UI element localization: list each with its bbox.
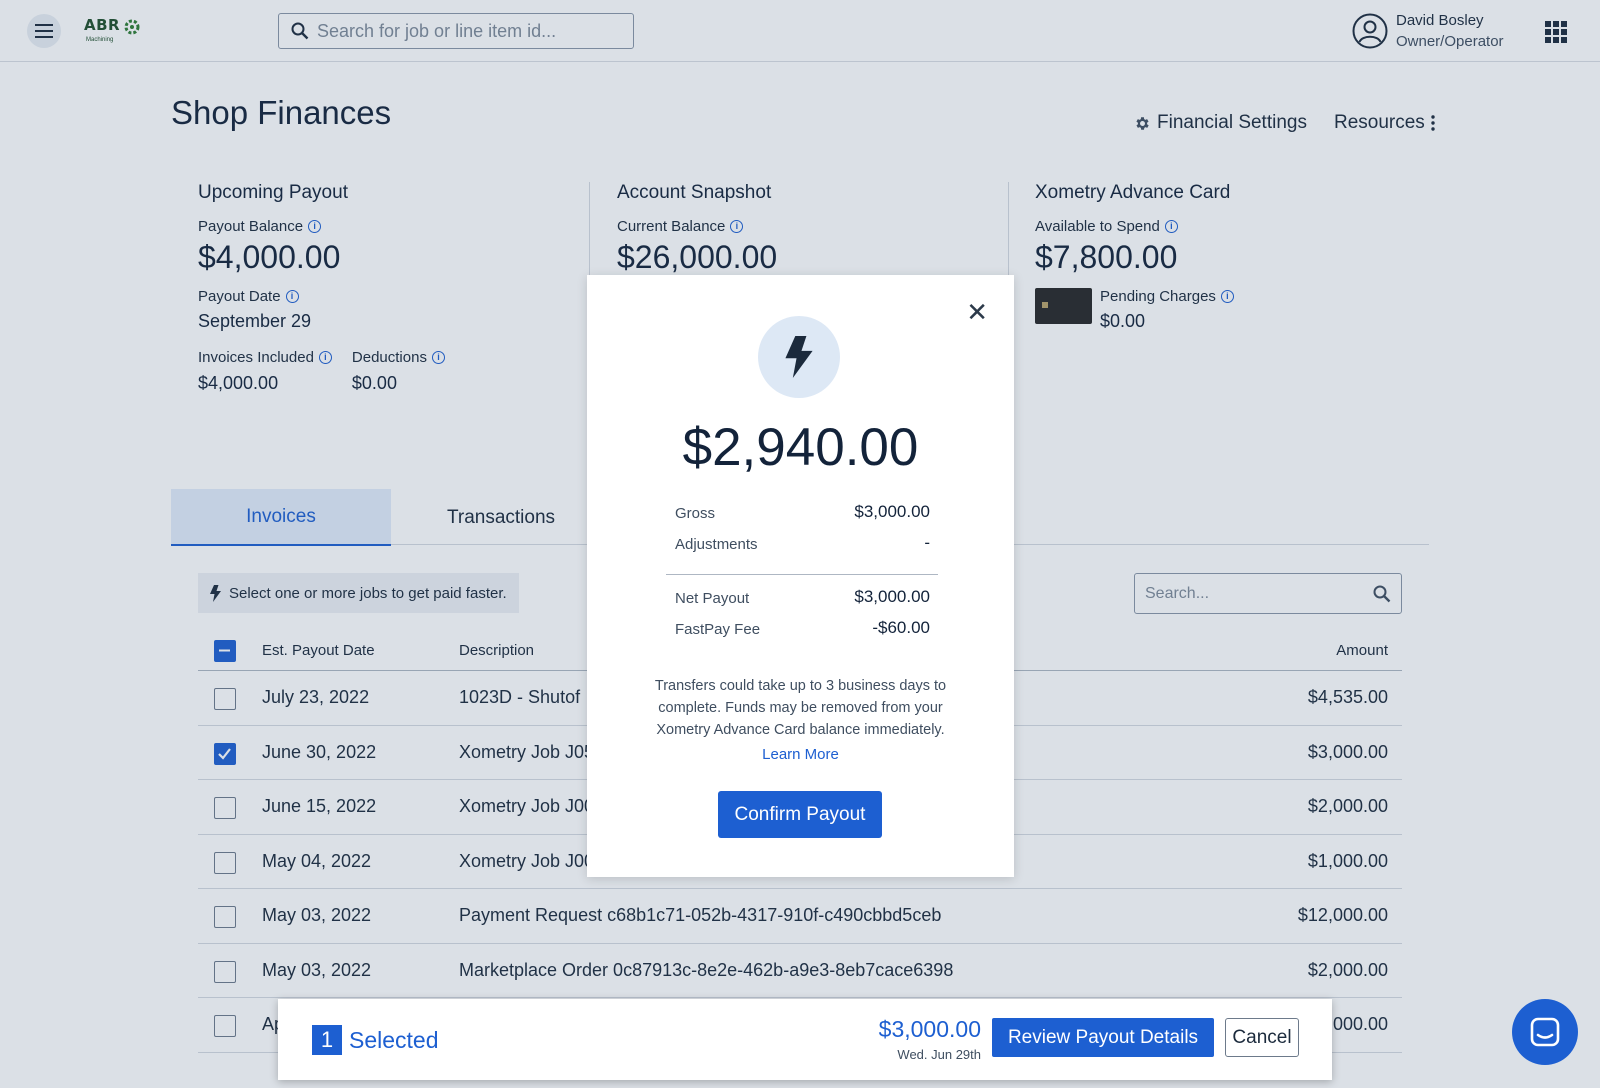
breakdown-value: $3,000.00 — [854, 502, 930, 521]
chat-launcher[interactable] — [1512, 999, 1578, 1065]
breakdown-value: $3,000.00 — [854, 587, 930, 606]
breakdown-label: FastPay Fee — [675, 621, 761, 638]
review-payout-details-button[interactable]: Review Payout Details — [992, 1018, 1214, 1057]
selected-count: 1 — [312, 1025, 342, 1055]
breakdown-label: Gross — [675, 505, 716, 522]
lightning-badge — [758, 316, 840, 398]
breakdown-label: Adjustments — [675, 536, 758, 553]
selection-bar: 1 Selected $3,000.00 Wed. Jun 29th Revie… — [278, 999, 1332, 1080]
learn-more-link[interactable]: Learn More — [587, 746, 1014, 763]
breakdown-row-net: Net Payout $3,000.00 — [666, 587, 938, 618]
fastpay-confirm-modal: ✕ $2,940.00 Gross $3,000.00 Adjustments … — [587, 275, 1014, 877]
chat-icon — [1530, 1017, 1560, 1047]
selected-payout-date: Wed. Jun 29th — [897, 1047, 981, 1062]
breakdown-value: - — [924, 533, 930, 552]
breakdown-row-gross: Gross $3,000.00 — [666, 502, 938, 533]
breakdown-row-adjustments: Adjustments - — [666, 533, 938, 564]
cancel-button[interactable]: Cancel — [1225, 1018, 1299, 1057]
payout-breakdown: Gross $3,000.00 Adjustments - Net Payout… — [666, 502, 938, 649]
divider — [666, 574, 938, 575]
transfer-note: Transfers could take up to 3 business da… — [654, 678, 947, 738]
selected-amount: $3,000.00 — [878, 1016, 981, 1042]
selected-label: Selected — [349, 1027, 439, 1053]
payout-amount: $2,940.00 — [682, 418, 919, 477]
breakdown-label: Net Payout — [675, 590, 750, 607]
close-icon[interactable]: ✕ — [966, 299, 988, 325]
confirm-payout-button[interactable]: Confirm Payout — [718, 791, 882, 838]
lightning-icon — [785, 336, 813, 378]
breakdown-row-fee: FastPay Fee -$60.00 — [666, 618, 938, 649]
breakdown-value: -$60.00 — [872, 618, 930, 637]
